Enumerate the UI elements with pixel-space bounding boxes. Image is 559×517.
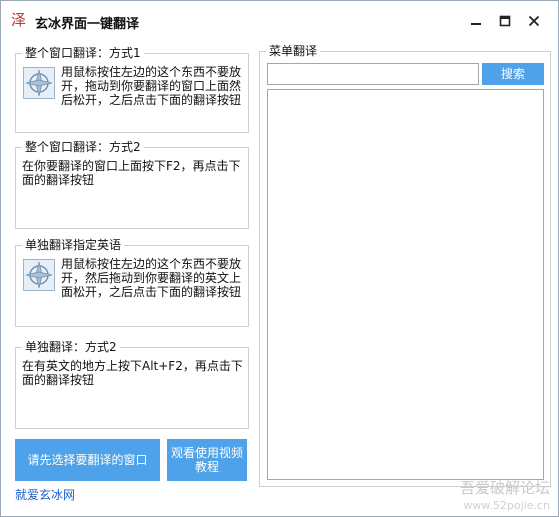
group-word-translate-2: 单独翻译：方式2 在有英文的地方上按下Alt+F2，再点击下面的翻译按钮 (15, 339, 249, 429)
group-legend: 菜单翻译 (266, 43, 321, 59)
group-legend: 整个窗口翻译：方式2 (22, 139, 144, 155)
maximize-button[interactable] (492, 10, 518, 32)
crosshair-icon (25, 69, 53, 97)
group-legend: 单独翻译指定英语 (22, 237, 125, 253)
watch-video-button[interactable]: 观看使用视频教程 (167, 439, 247, 481)
instruction-text: 用鼠标按住左边的这个东西不要放开，然后拖动到你要翻译的英文上面松开，之后点击下面… (61, 257, 242, 299)
menu-results-list[interactable] (267, 89, 544, 480)
instruction-text: 用鼠标按住左边的这个东西不要放开，拖动到你要翻译的窗口上面然后松开，之后点击下面… (61, 65, 242, 107)
drag-target-crosshair[interactable] (23, 259, 55, 291)
minimize-icon (471, 23, 481, 25)
instruction-text: 在你要翻译的窗口上面按下F2，再点击下面的翻译按钮 (22, 159, 241, 187)
select-window-button[interactable]: 请先选择要翻译的窗口 (15, 439, 160, 481)
app-logo-icon: 泽 (11, 11, 27, 29)
main-window: 泽 玄冰界面一键翻译 整个窗口翻译：方式1 用鼠标按住左边的这个东西不要放开，拖… (0, 0, 559, 517)
group-word-translate: 单独翻译指定英语 用鼠标按住左边的这个东西不要放开，然后拖动到你要翻译的英文上面… (15, 237, 249, 327)
group-legend: 单独翻译：方式2 (22, 339, 120, 355)
group-window-translate-1: 整个窗口翻译：方式1 用鼠标按住左边的这个东西不要放开，拖动到你要翻译的窗口上面… (15, 45, 249, 133)
title-bar[interactable]: 泽 玄冰界面一键翻译 (1, 1, 558, 39)
window-title: 玄冰界面一键翻译 (35, 17, 140, 32)
group-window-translate-2: 整个窗口翻译：方式2 在你要翻译的窗口上面按下F2，再点击下面的翻译按钮 (15, 139, 249, 229)
crosshair-icon (25, 261, 53, 289)
watermark-text: 吾爱破解论坛 (459, 479, 550, 497)
close-button[interactable] (521, 10, 547, 32)
website-link[interactable]: 就爱玄冰网 (15, 486, 75, 503)
group-legend: 整个窗口翻译：方式1 (22, 45, 144, 61)
instruction-text: 在有英文的地方上按下Alt+F2，再点击下面的翻译按钮 (22, 359, 243, 387)
search-input[interactable] (267, 63, 479, 85)
group-menu-translate: 菜单翻译 搜索 (259, 43, 551, 487)
search-button[interactable]: 搜索 (482, 63, 544, 85)
drag-target-crosshair[interactable] (23, 67, 55, 99)
minimize-button[interactable] (463, 10, 489, 32)
watermark-url: www.52pojie.cn (463, 499, 550, 512)
maximize-icon (499, 15, 511, 27)
close-icon (528, 15, 540, 27)
